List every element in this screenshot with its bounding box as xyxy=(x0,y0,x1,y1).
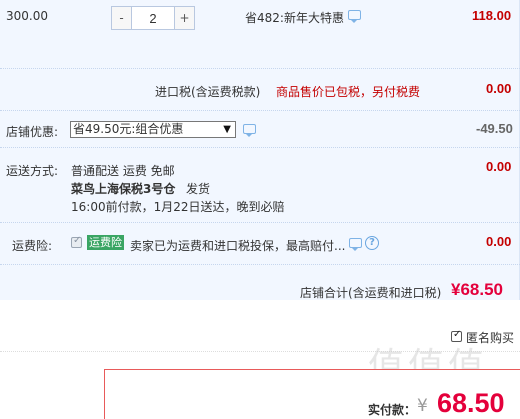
shop-total-value: ¥68.50 xyxy=(451,280,503,299)
increase-quantity-button[interactable]: + xyxy=(174,7,194,29)
order-panel xyxy=(0,0,520,300)
item-subtotal: 118.00 xyxy=(472,8,512,23)
delivery-eta: 16:00前付款，1月22日送达，晚到必赔 xyxy=(71,200,285,214)
tax-included-note: 商品售价已包税，另付税费 xyxy=(276,85,421,99)
decrease-quantity-button[interactable]: - xyxy=(112,7,132,29)
quantity-input[interactable] xyxy=(132,7,174,29)
payment-value: 68.50 xyxy=(437,388,505,418)
shipping-value: 0.00 xyxy=(486,159,512,174)
currency-symbol: ¥ xyxy=(417,396,428,416)
dropdown-arrow-icon: ▼ xyxy=(223,124,231,135)
payment-label: 实付款： xyxy=(368,403,417,417)
divider xyxy=(0,147,520,148)
shop-discount-value: -49.50 xyxy=(476,121,513,136)
import-tax-value: 0.00 xyxy=(486,81,512,96)
import-tax-label: 进口税(含运费税款) xyxy=(155,85,261,99)
item-promo-text: 省482:新年大特惠 xyxy=(245,11,344,25)
help-icon[interactable]: ? xyxy=(365,236,379,250)
shop-discount-select[interactable]: 省49.50元:组合优惠 ▼ xyxy=(70,121,236,138)
shipping-method: 普通配送 运费 免邮 xyxy=(71,164,175,178)
insurance-badge: 运费险 xyxy=(87,235,124,250)
shipping-label: 运送方式: xyxy=(6,164,59,178)
message-icon[interactable] xyxy=(349,238,362,251)
shop-total-label: 店铺合计(含运费和进口税) xyxy=(300,286,442,300)
dispatch-text: 发货 xyxy=(186,182,211,196)
insurance-label: 运费险: xyxy=(12,239,53,253)
message-icon[interactable] xyxy=(348,10,361,23)
divider xyxy=(0,264,520,265)
insurance-text: 卖家已为运费和进口税投保，最高赔付... xyxy=(130,239,346,253)
shop-discount-selected: 省49.50元:组合优惠 xyxy=(73,122,184,136)
insurance-value: 0.00 xyxy=(486,234,512,249)
quantity-stepper[interactable]: - + xyxy=(111,6,195,30)
shop-discount-label: 店铺优惠: xyxy=(6,125,59,139)
divider xyxy=(0,68,520,69)
divider xyxy=(0,110,520,111)
insurance-checkbox[interactable] xyxy=(71,235,82,248)
divider xyxy=(0,222,520,223)
unit-price: 300.00 xyxy=(6,9,48,23)
message-icon[interactable] xyxy=(243,124,256,137)
warehouse-name: 菜鸟上海保税3号仓 xyxy=(71,182,176,196)
